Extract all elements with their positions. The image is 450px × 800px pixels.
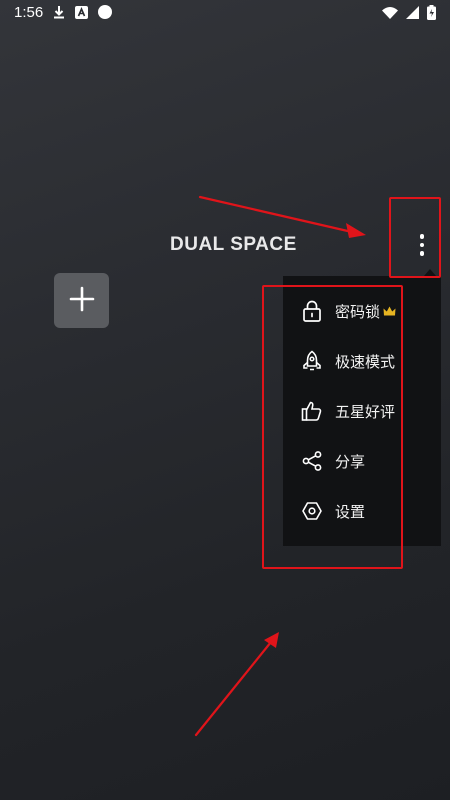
- battery-icon: [427, 4, 436, 20]
- status-time: 1:56: [14, 3, 44, 21]
- wifi-icon: [382, 6, 398, 19]
- arrow-to-more-button: [198, 195, 366, 238]
- add-app-button[interactable]: [54, 273, 109, 328]
- plus-icon: [69, 286, 95, 316]
- dual-space-logo: DUAL SPACE: [170, 234, 297, 255]
- status-left: 1:56: [14, 3, 113, 21]
- arrow-to-menu: [194, 632, 279, 737]
- circle-icon: [98, 5, 113, 19]
- signal-icon: [406, 5, 419, 19]
- app-notification-icon: [75, 5, 89, 19]
- highlight-box-menu: [262, 285, 403, 569]
- highlight-box-more-button: [389, 197, 441, 278]
- status-right: [382, 4, 436, 20]
- download-icon: [53, 5, 65, 19]
- status-bar: 1:56: [0, 0, 450, 24]
